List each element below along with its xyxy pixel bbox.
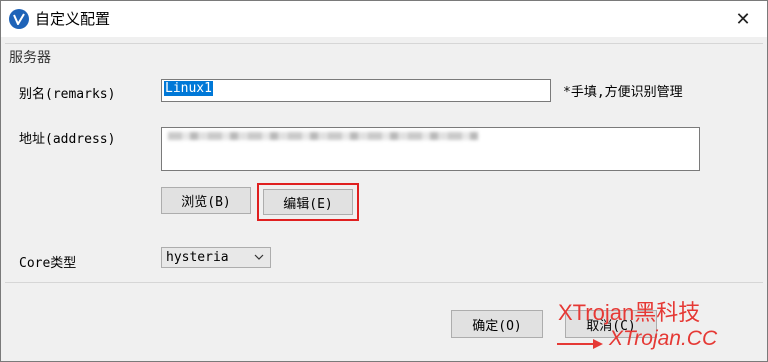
- edit-button[interactable]: 编辑(E): [263, 189, 353, 215]
- watermark-url: XTrojan.CC: [609, 327, 718, 350]
- close-button[interactable]: ✕: [723, 3, 763, 35]
- remarks-input[interactable]: Linux1: [161, 79, 551, 102]
- arrow-right-icon: [557, 339, 603, 349]
- remarks-hint: *手填,方便识别管理: [563, 85, 683, 100]
- v2rayn-logo-icon: [9, 9, 29, 29]
- browse-button[interactable]: 浏览(B): [161, 187, 251, 214]
- watermark-title: XTrojan黑科技: [558, 300, 701, 325]
- ok-button[interactable]: 确定(O): [451, 310, 543, 338]
- address-textarea[interactable]: [161, 127, 700, 171]
- dialog-window: 自定义配置 ✕ 服务器 别名(remarks) Linux1 *手填,方便识别管…: [0, 0, 768, 362]
- chevron-down-icon: [254, 251, 264, 264]
- core-type-select[interactable]: hysteria: [161, 247, 271, 268]
- redacted-address: [168, 132, 478, 140]
- close-icon: ✕: [735, 8, 751, 30]
- remarks-label: 别名(remarks): [19, 87, 116, 102]
- server-group-title: 服务器: [9, 47, 55, 67]
- address-label: 地址(address): [19, 132, 116, 147]
- title-bar: 自定义配置 ✕: [1, 1, 767, 37]
- window-title: 自定义配置: [35, 10, 111, 28]
- core-type-label: Core类型: [19, 256, 77, 271]
- core-type-value: hysteria: [166, 250, 229, 265]
- remarks-value: Linux1: [164, 81, 213, 96]
